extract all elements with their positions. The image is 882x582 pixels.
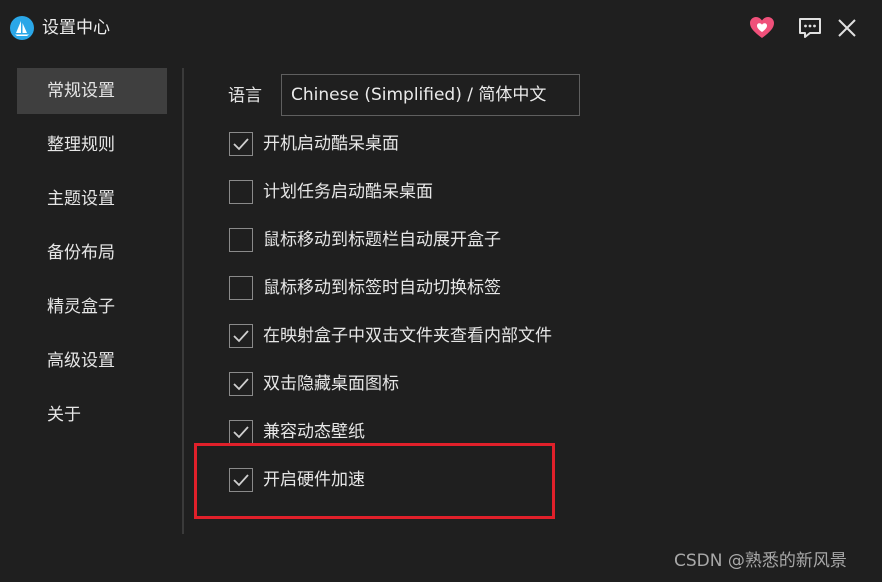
sidebar-item-general[interactable]: 常规设置 [17, 68, 167, 114]
heart-icon [750, 17, 774, 38]
sidebar-item-advanced[interactable]: 高级设置 [17, 338, 167, 384]
sidebar-item-sprite-box[interactable]: 精灵盒子 [17, 284, 167, 330]
feedback-button[interactable] [796, 14, 824, 42]
checkmark-icon [233, 330, 249, 343]
sidebar-item-backup-layout[interactable]: 备份布局 [17, 230, 167, 276]
watermark: CSDN @熟悉的新风景 [674, 551, 847, 571]
checkbox[interactable] [229, 132, 253, 156]
sidebar-item-about[interactable]: 关于 [17, 392, 167, 438]
checkbox[interactable] [229, 276, 253, 300]
option-label: 鼠标移动到标题栏自动展开盒子 [263, 230, 501, 250]
option-label: 鼠标移动到标签时自动切换标签 [263, 278, 501, 298]
title-bar: 设置中心 [0, 0, 882, 56]
checkmark-icon [233, 138, 249, 151]
checkbox[interactable] [229, 372, 253, 396]
highlight-annotation [194, 443, 555, 519]
chat-bubble-icon [799, 18, 821, 38]
option-label: 计划任务启动酷呆桌面 [263, 182, 433, 202]
sidebar-item-organize-rules[interactable]: 整理规则 [17, 122, 167, 168]
settings-window: 设置中心 常规设置 整理规则 主题设置 备份布局 精灵盒子 高级设置 关于 语言… [0, 0, 882, 582]
checkmark-icon [233, 378, 249, 391]
language-select[interactable]: Chinese (Simplified) / 简体中文 [281, 74, 580, 116]
sailboat-logo-icon [10, 16, 34, 40]
close-icon [838, 19, 856, 37]
option-label: 在映射盒子中双击文件夹查看内部文件 [263, 326, 552, 346]
option-label: 双击隐藏桌面图标 [263, 374, 399, 394]
window-title: 设置中心 [42, 18, 110, 38]
heart-button[interactable] [748, 14, 776, 42]
option-label: 兼容动态壁纸 [263, 422, 365, 442]
close-button[interactable] [833, 14, 861, 42]
sidebar-item-theme[interactable]: 主题设置 [17, 176, 167, 222]
language-label: 语言 [228, 86, 262, 106]
sidebar-divider [182, 68, 184, 534]
checkbox[interactable] [229, 180, 253, 204]
checkbox[interactable] [229, 420, 253, 444]
checkbox[interactable] [229, 324, 253, 348]
checkbox[interactable] [229, 228, 253, 252]
checkmark-icon [233, 426, 249, 439]
option-label: 开机启动酷呆桌面 [263, 134, 399, 154]
sidebar: 常规设置 整理规则 主题设置 备份布局 精灵盒子 高级设置 关于 [0, 56, 183, 538]
